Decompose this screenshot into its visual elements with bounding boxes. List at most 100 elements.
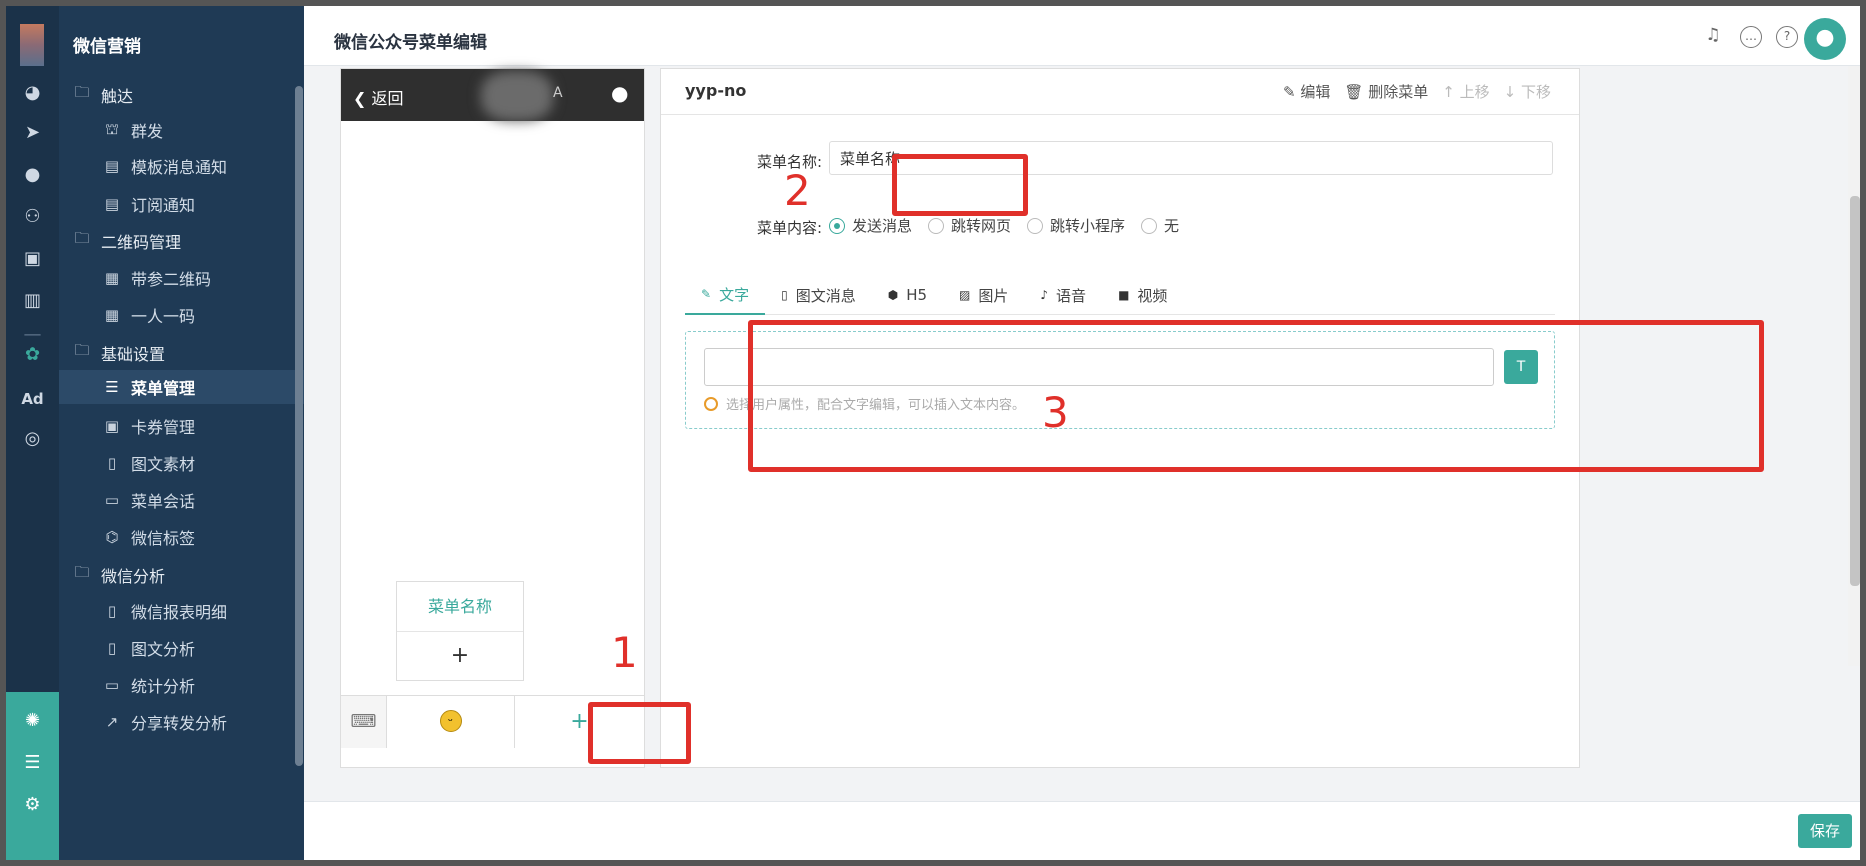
server-icon[interactable]: ☰	[6, 752, 59, 773]
tab-h5[interactable]: ⬢ H5	[872, 275, 943, 315]
message-icon: ▤	[104, 157, 120, 175]
sidebar-item-template-msg[interactable]: ▤ 模板消息通知	[103, 154, 227, 178]
user-icon[interactable]: ●	[6, 164, 59, 186]
folder-icon: 🗀	[74, 229, 90, 247]
tab-voice[interactable]: ♪ 语音	[1024, 275, 1102, 315]
sidebar-group-basic[interactable]: 🗀 基础设置	[73, 340, 165, 365]
message-type-tabs: ✎ 文字 ▯ 图文消息 ⬢ H5 ▨ 图片 ♪ 语音 ■ 视频	[685, 275, 1555, 315]
mass-send-icon: ⛫	[105, 120, 119, 138]
sidebar-item-label: 一人一码	[131, 307, 196, 326]
sidebar-group-label: 微信分析	[101, 566, 166, 586]
back-button[interactable]: ❮ 返回	[353, 85, 404, 109]
trash-icon: 🗑	[1344, 83, 1364, 101]
scrollbar-thumb[interactable]	[1850, 196, 1860, 586]
edit-button[interactable]: ✎ 编辑	[1283, 81, 1330, 102]
gear-icon[interactable]: ⚙	[6, 794, 59, 815]
menu-item[interactable]: ᵕ	[387, 696, 515, 748]
move-up-button[interactable]: ↑ 上移	[1442, 81, 1489, 102]
sidebar-item-article-analysis[interactable]: ▯ 图文分析	[103, 636, 195, 660]
qrcode-icon: ▦	[104, 306, 120, 324]
sidebar-item-one-code[interactable]: ▦ 一人一码	[103, 303, 195, 327]
edit-label: 编辑	[1300, 83, 1331, 101]
tab-label: 文字	[719, 285, 750, 304]
move-down-button[interactable]: ↓ 下移	[1504, 81, 1551, 102]
delete-label: 删除菜单	[1368, 83, 1429, 101]
radio-unchecked-icon	[1141, 217, 1158, 234]
bell-icon[interactable]: ♫	[1702, 26, 1724, 48]
tab-image[interactable]: ▨ 图片	[943, 275, 1024, 315]
sidebar-group-reach[interactable]: 🗀 触达	[73, 82, 133, 107]
annotation-box-1	[588, 702, 691, 764]
annotation-box-2	[892, 154, 1028, 216]
avatar[interactable]: ●	[1804, 18, 1846, 60]
dashboard-icon[interactable]: ◕	[6, 82, 59, 104]
qrcode-icon: ▦	[104, 269, 120, 287]
phone-header: ❮ 返回 A ●	[341, 69, 644, 121]
sidebar-scrollbar[interactable]	[295, 86, 303, 766]
delete-menu-button[interactable]: 🗑 删除菜单	[1344, 81, 1428, 102]
sidebar-item-coupon[interactable]: ▣ 卡券管理	[103, 414, 195, 438]
radio-none[interactable]: 无	[1141, 215, 1179, 236]
radio-send-message[interactable]: 发送消息	[829, 215, 912, 236]
divider: —	[23, 324, 42, 345]
sidebar-item-param-qr[interactable]: ▦ 带参二维码	[103, 266, 211, 290]
sidebar-group-label: 触达	[101, 86, 134, 106]
folder-icon: 🗀	[74, 563, 90, 581]
users-icon[interactable]: ⚇	[6, 206, 59, 228]
icon-rail-bottom: ✺ ☰ ⚙	[6, 692, 59, 860]
send-icon[interactable]: ➤	[6, 122, 59, 144]
sidebar-item-mass-send[interactable]: ⛫ 群发	[103, 118, 163, 142]
tab-article[interactable]: ▯ 图文消息	[765, 275, 872, 315]
flower-icon[interactable]: ✺	[6, 710, 59, 731]
sidebar-item-label: 微信报表明细	[131, 603, 228, 622]
ad-icon[interactable]: Ad	[6, 388, 59, 410]
radio-label: 发送消息	[852, 217, 913, 235]
edit-icon: ✎	[1283, 83, 1296, 101]
back-label: 返回	[371, 89, 404, 108]
logo	[20, 24, 44, 66]
sidebar-item-menu[interactable]: ☰ 菜单管理	[59, 370, 304, 404]
sidebar-item-stats[interactable]: ▭ 统计分析	[103, 673, 195, 697]
footer-bar: 保存	[304, 801, 1860, 860]
chat-icon: ▭	[104, 491, 120, 509]
sidebar-group-analysis[interactable]: 🗀 微信分析	[73, 562, 165, 587]
sidebar-item-report[interactable]: ▯ 微信报表明细	[103, 599, 227, 623]
info-icon	[704, 396, 718, 411]
phone-preview: ❮ 返回 A ● 菜单名称 + ⌨ ᵕ +	[340, 68, 645, 768]
folder-icon: 🗀	[74, 83, 90, 101]
sidebar: 微信营销 🗀 触达 ⛫ 群发 ▤ 模板消息通知 ▤ 订阅通知 🗀 二维码管理 ▦ 带参二维码…	[59, 6, 304, 860]
sidebar-item-subscribe[interactable]: ▤ 订阅通知	[103, 192, 195, 216]
bookmark-icon[interactable]: ▣	[6, 248, 59, 270]
document-icon: ▯	[107, 454, 117, 472]
help-icon[interactable]: ?	[1776, 26, 1798, 48]
tab-text[interactable]: ✎ 文字	[685, 275, 766, 315]
bar-chart-icon[interactable]: ▥	[6, 290, 59, 312]
wechat-icon[interactable]: ✿	[6, 344, 59, 366]
submenu-item[interactable]: 菜单名称	[397, 582, 523, 632]
annotation-number-1: 1	[611, 628, 638, 677]
user-icon[interactable]: ●	[611, 81, 628, 105]
arrow-down-icon: ↓	[1503, 83, 1517, 101]
target-icon[interactable]: ◎	[6, 428, 59, 450]
save-button[interactable]: 保存	[1798, 814, 1852, 848]
tab-video[interactable]: ■ 视频	[1102, 275, 1183, 315]
sidebar-item-menu-chat[interactable]: ▭ 菜单会话	[103, 488, 195, 512]
pencil-icon: ✎	[701, 287, 712, 301]
radio-jump-miniprogram[interactable]: 跳转小程序	[1027, 215, 1125, 236]
radio-jump-webpage[interactable]: 跳转网页	[928, 215, 1011, 236]
sidebar-item-share[interactable]: ↗ 分享转发分析	[103, 710, 227, 734]
add-submenu-button[interactable]: +	[397, 632, 523, 680]
arrow-up-icon: ↑	[1442, 83, 1455, 101]
sidebar-group-qrcode[interactable]: 🗀 二维码管理	[73, 228, 181, 253]
radio-unchecked-icon	[928, 217, 945, 234]
share-icon: ↗	[105, 713, 119, 731]
sidebar-group-label: 基础设置	[101, 344, 166, 364]
document-icon: ▯	[107, 602, 117, 620]
annotation-number-3: 3	[1042, 388, 1069, 437]
message-icon: ▤	[104, 195, 120, 213]
page-scrollbar[interactable]	[1848, 66, 1860, 666]
keyboard-icon[interactable]: ⌨	[341, 696, 387, 748]
sidebar-item-tags[interactable]: ⌬ 微信标签	[103, 525, 195, 549]
sidebar-item-material[interactable]: ▯ 图文素材	[103, 451, 195, 475]
chat-icon[interactable]: …	[1740, 26, 1762, 48]
